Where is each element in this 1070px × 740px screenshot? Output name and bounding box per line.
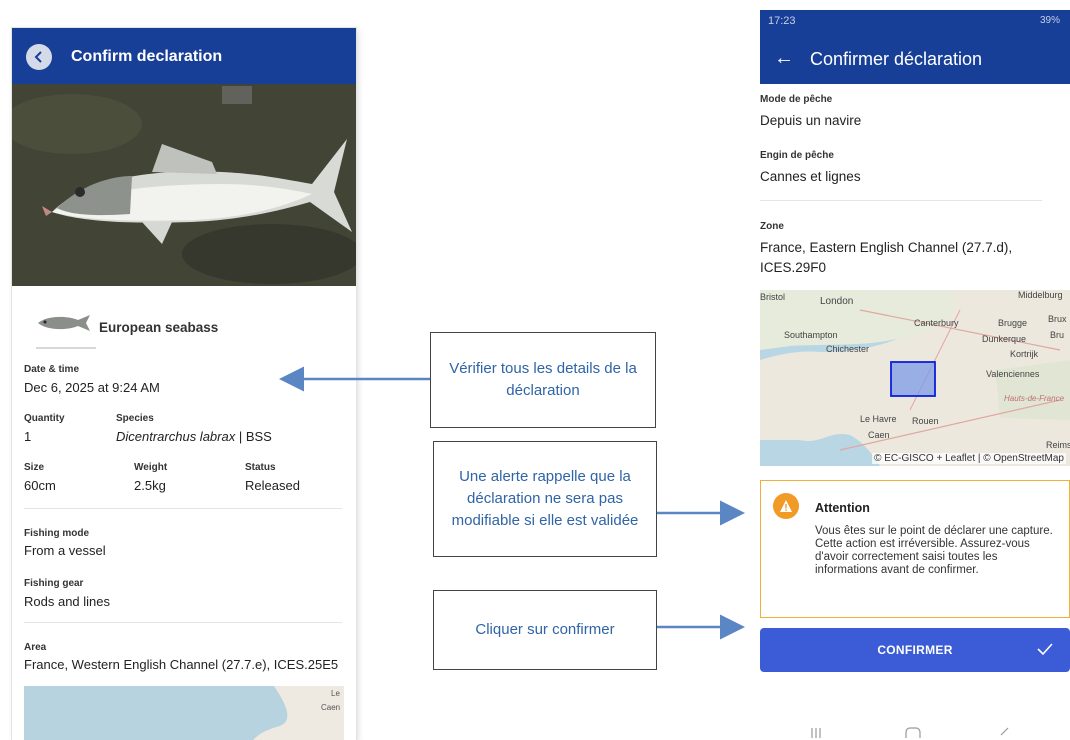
back-nav-icon[interactable] [996, 726, 1012, 738]
check-icon [1037, 643, 1053, 656]
zone-value-line2: ICES.29F0 [760, 260, 827, 275]
zone-rectangle [890, 361, 936, 397]
battery-indicator: 39% [1039, 15, 1060, 26]
confirm-button-label: CONFIRMER [877, 643, 953, 657]
android-nav-bar [760, 700, 1070, 740]
map-attribution[interactable]: © EC-GISCO + Leaflet | © OpenStreetMap [872, 453, 1066, 464]
map-label: Canterbury [914, 318, 959, 328]
map-label: Rouen [912, 416, 939, 426]
gear-value: Cannes et lignes [760, 169, 861, 184]
map-label: Brugge [998, 318, 1028, 328]
right-header: ← Confirmer déclaration [760, 34, 1070, 84]
map-label: Southampton [784, 330, 838, 340]
map-label: Middelburg [1018, 290, 1063, 300]
map-label: Brux [1048, 314, 1067, 324]
map-label: Le Havre [860, 414, 897, 424]
warning-icon [773, 493, 799, 519]
mode-value: Depuis un navire [760, 113, 862, 128]
zone-value-line1: France, Eastern English Channel (27.7.d)… [760, 240, 1013, 255]
zone-map[interactable]: Bristol London Southampton Chichester Ca… [760, 290, 1070, 466]
status-bar: 17:23 39% [760, 10, 1070, 34]
confirm-button[interactable]: CONFIRMER [760, 628, 1070, 672]
gear-label: Engin de pêche [760, 150, 834, 161]
page-title: Confirmer déclaration [810, 49, 983, 69]
mode-label: Mode de pêche [760, 94, 833, 105]
right-phone-screen: 17:23 39% ← Confirmer déclaration Mode d… [760, 10, 1070, 740]
back-arrow-icon[interactable]: ← [774, 47, 794, 70]
recent-apps-icon[interactable] [808, 726, 824, 738]
map-label: Caen [868, 430, 890, 440]
map-label: Bristol [760, 292, 786, 302]
alert-message: Vous êtes sur le point de déclarer une c… [815, 525, 1053, 576]
divider [760, 200, 1042, 201]
map-label: Valenciennes [986, 369, 1040, 379]
status-time: 17:23 [768, 15, 796, 27]
home-icon[interactable] [904, 726, 922, 738]
map-label: Hauts-de-France [1004, 394, 1065, 403]
map-label: Chichester [826, 344, 870, 354]
map-label: Bru [1050, 330, 1065, 340]
zone-label: Zone [760, 221, 784, 232]
map-label: Reims [1046, 440, 1070, 450]
map-label: London [820, 296, 854, 307]
map-label: Dunkerque [982, 334, 1027, 344]
warning-alert: Attention Vous êtes sur le point de décl… [760, 480, 1070, 618]
alert-title: Attention [815, 501, 870, 515]
map-label: Kortrijk [1010, 349, 1039, 359]
